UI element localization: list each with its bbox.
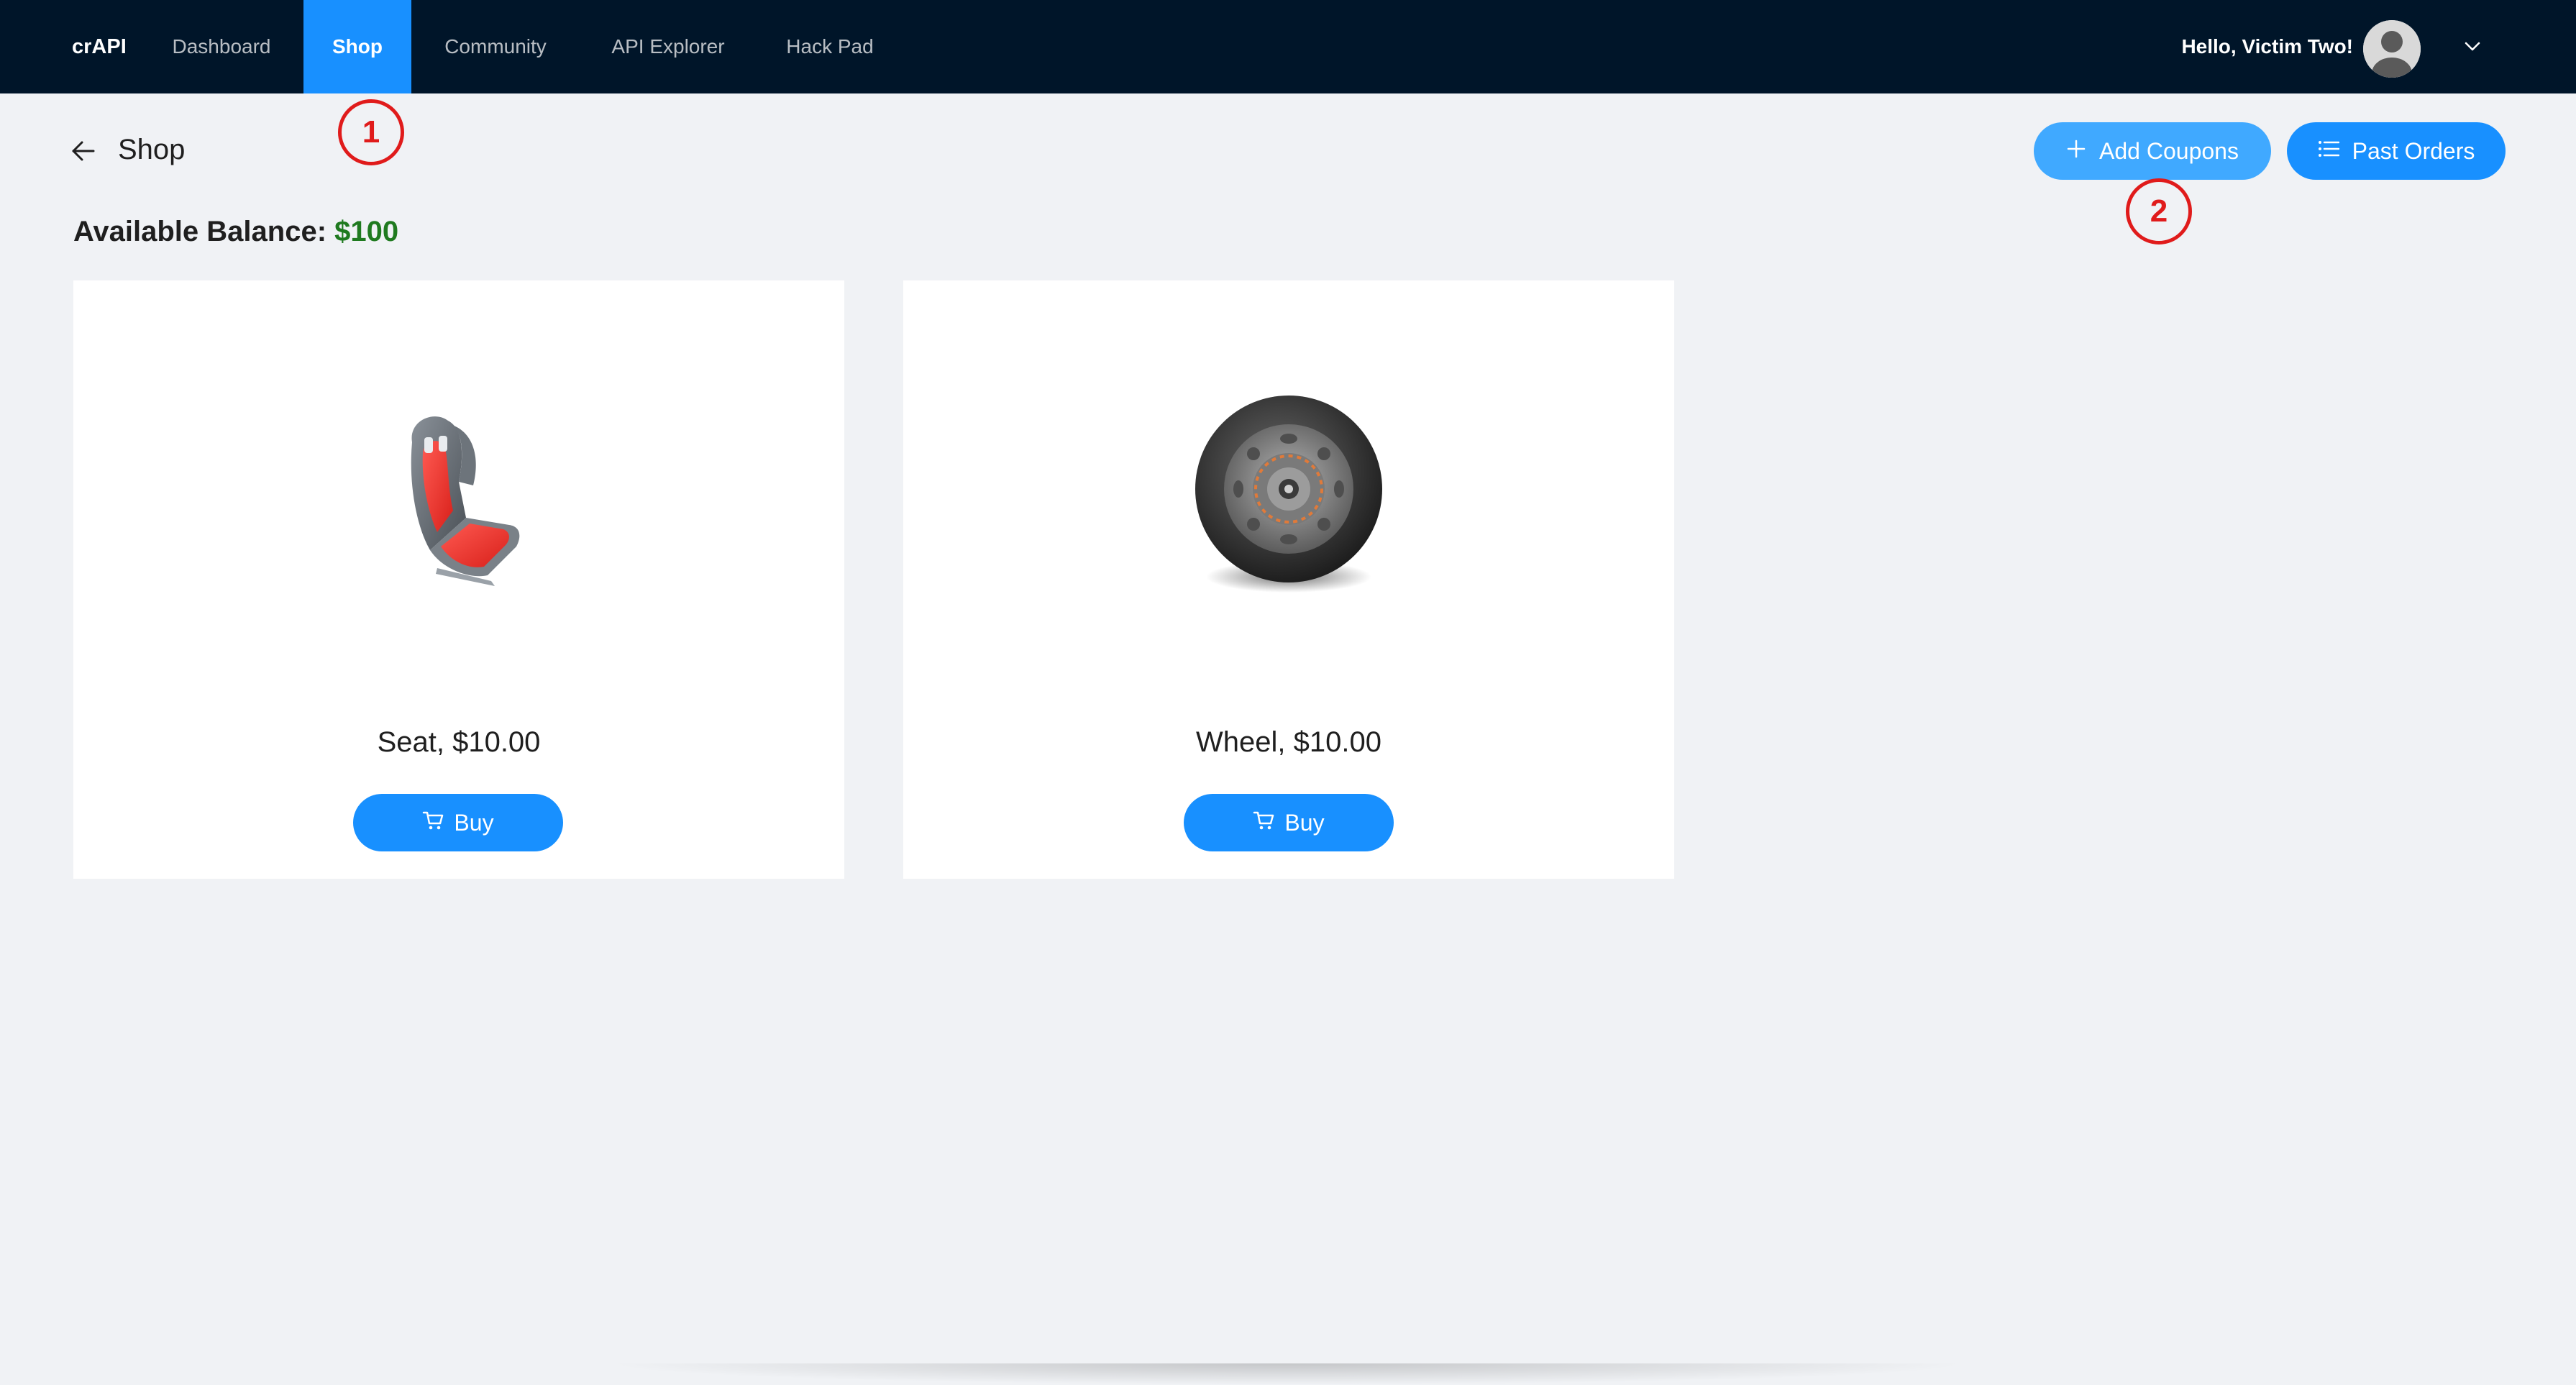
buy-wheel-button[interactable]: Buy bbox=[1184, 794, 1394, 851]
available-balance: Available Balance: $100 bbox=[73, 216, 398, 248]
list-icon bbox=[2318, 138, 2339, 165]
shopping-cart-icon bbox=[422, 810, 444, 836]
bottom-edge-shadow bbox=[604, 1363, 1970, 1385]
brand-logo[interactable]: crAPI bbox=[72, 0, 127, 93]
nav-item-dashboard[interactable]: Dashboard bbox=[160, 0, 283, 93]
balance-label: Available Balance bbox=[73, 216, 317, 247]
balance-value: $100 bbox=[334, 216, 399, 247]
arrow-left-icon[interactable] bbox=[69, 137, 98, 165]
user-avatar-icon[interactable] bbox=[2363, 20, 2421, 78]
add-coupons-label: Add Coupons bbox=[2099, 137, 2239, 164]
buy-label: Buy bbox=[1284, 809, 1325, 836]
plus-icon bbox=[2066, 138, 2086, 165]
buy-label: Buy bbox=[454, 809, 494, 836]
shopping-cart-icon bbox=[1253, 810, 1274, 836]
page-title: Shop bbox=[118, 134, 186, 165]
product-card-seat bbox=[73, 280, 844, 879]
buy-seat-button[interactable]: Buy bbox=[353, 794, 563, 851]
nav-item-api-explorer[interactable]: API Explorer bbox=[594, 0, 742, 93]
nav-item-hack-pad[interactable]: Hack Pad bbox=[775, 0, 885, 93]
user-greeting: Hello, Victim Two! bbox=[2181, 35, 2353, 58]
top-navbar: crAPI Dashboard Shop Community API Explo… bbox=[0, 0, 2576, 93]
product-title-wheel: Wheel, $10.00 bbox=[1196, 726, 1381, 758]
nav-item-shop[interactable]: Shop bbox=[303, 0, 411, 93]
annotation-marker-1: 1 bbox=[338, 99, 404, 165]
car-seat-image bbox=[73, 280, 844, 712]
chevron-down-icon[interactable] bbox=[2458, 32, 2487, 61]
product-card-wheel bbox=[903, 280, 1674, 879]
product-title-seat: Seat, $10.00 bbox=[377, 726, 541, 758]
past-orders-button[interactable]: Past Orders bbox=[2287, 122, 2506, 180]
annotation-marker-2: 2 bbox=[2126, 178, 2192, 244]
wheel-image bbox=[903, 280, 1674, 712]
add-coupons-button[interactable]: Add Coupons bbox=[2034, 122, 2271, 180]
past-orders-label: Past Orders bbox=[2352, 137, 2475, 164]
balance-separator: : bbox=[316, 216, 327, 247]
nav-item-community[interactable]: Community bbox=[429, 0, 562, 93]
